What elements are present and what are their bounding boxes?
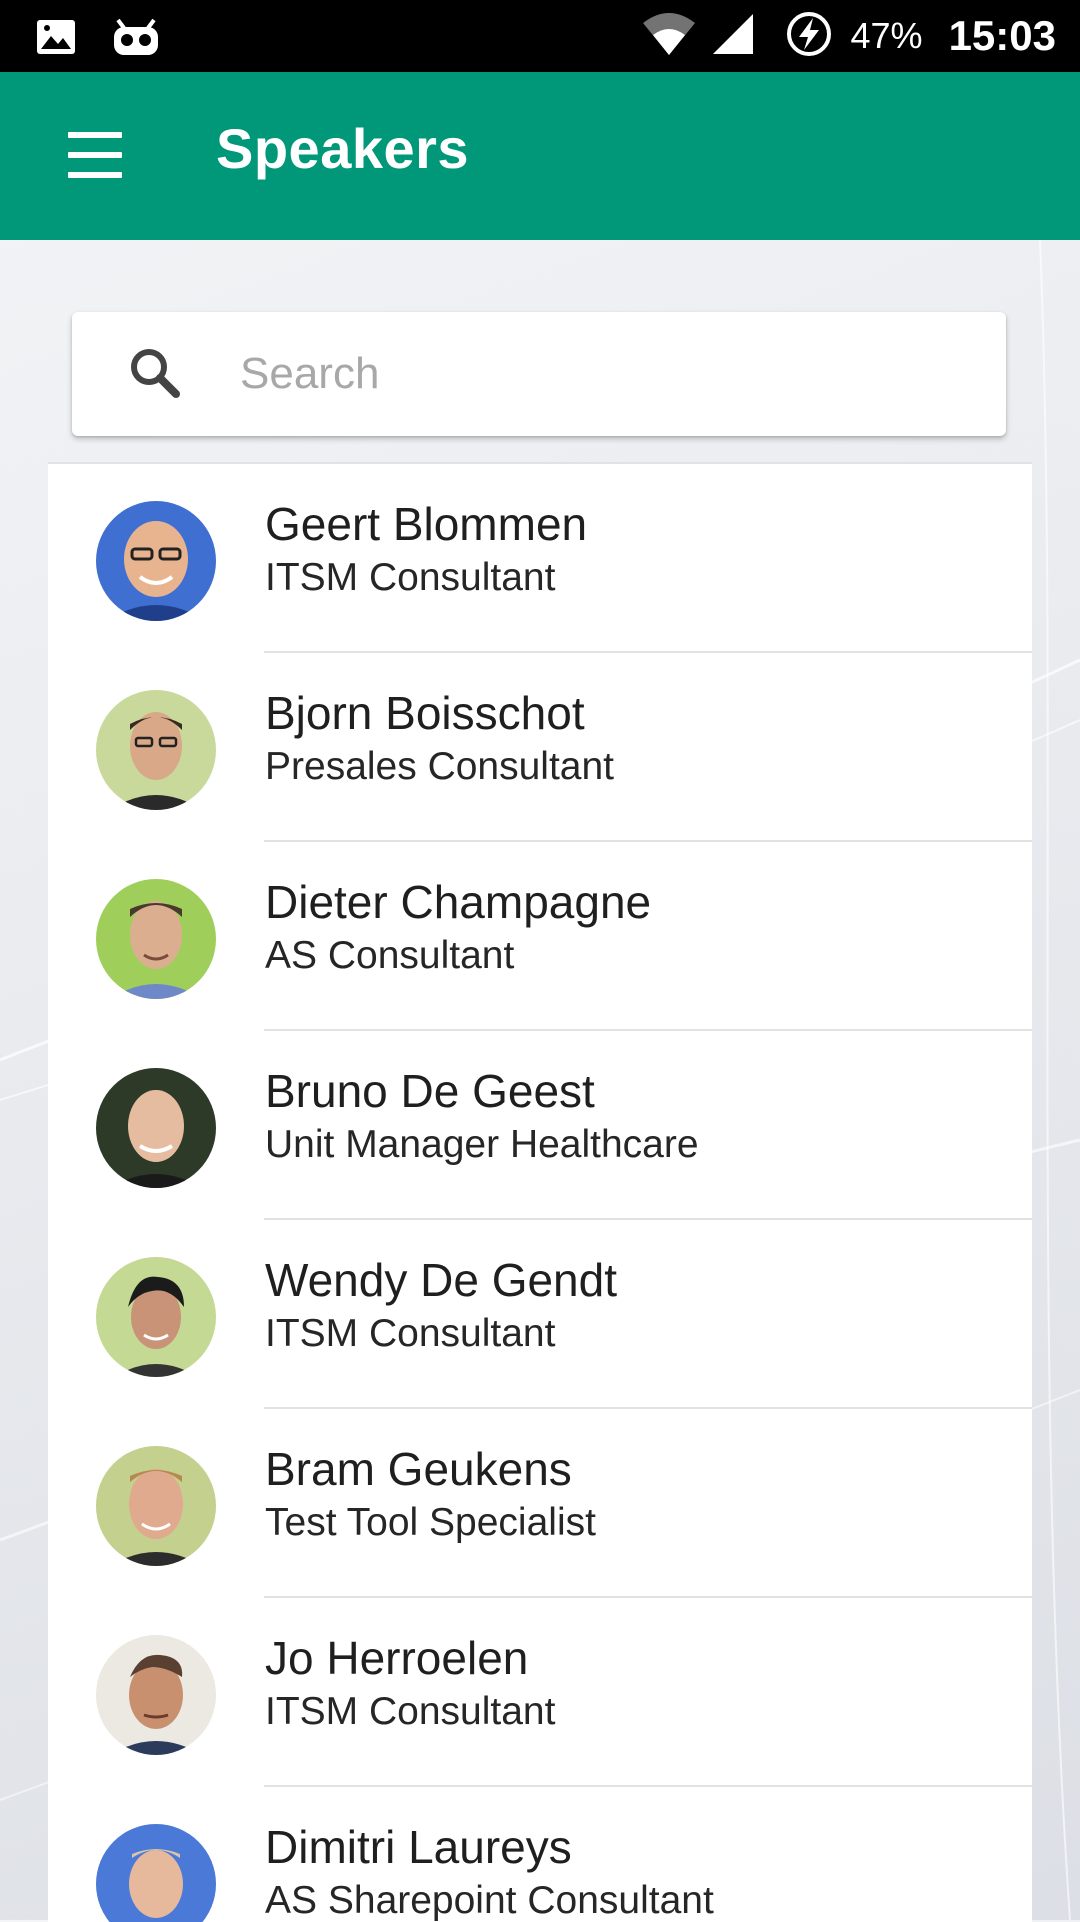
speaker-name: Dieter Champagne	[265, 876, 652, 928]
speaker-role: ITSM Consultant	[265, 1690, 556, 1733]
speaker-role: ITSM Consultant	[265, 556, 556, 599]
avatar	[96, 690, 216, 810]
signal-icon	[711, 12, 755, 61]
avatar	[96, 879, 216, 999]
search-input[interactable]	[238, 333, 962, 415]
speaker-name: Bram Geukens	[265, 1443, 572, 1495]
list-item[interactable]: Geert Blommen ITSM Consultant	[48, 464, 1032, 653]
avatar	[96, 1446, 216, 1566]
list-item[interactable]: Bram Geukens Test Tool Specialist	[48, 1409, 1032, 1598]
list-item[interactable]: Jo Herroelen ITSM Consultant	[48, 1598, 1032, 1787]
speaker-name: Jo Herroelen	[265, 1632, 529, 1684]
speaker-role: Test Tool Specialist	[265, 1501, 596, 1544]
hamburger-menu-icon[interactable]	[64, 132, 126, 178]
search-bar[interactable]	[72, 312, 1006, 436]
speaker-role: ITSM Consultant	[265, 1312, 556, 1355]
list-item[interactable]: Dieter Champagne AS Consultant	[48, 842, 1032, 1031]
list-item[interactable]: Dimitri Laureys AS Sharepoint Consultant	[48, 1787, 1032, 1922]
image-icon	[36, 19, 76, 60]
speaker-role: Presales Consultant	[265, 745, 615, 788]
robot-icon	[112, 18, 160, 61]
speaker-role: AS Consultant	[265, 934, 515, 977]
speaker-name: Dimitri Laureys	[265, 1821, 572, 1873]
avatar	[96, 1257, 216, 1377]
speaker-role: Unit Manager Healthcare	[265, 1123, 699, 1166]
list-item[interactable]: Bruno De Geest Unit Manager Healthcare	[48, 1031, 1032, 1220]
status-bar: 47% 15:03	[0, 0, 1080, 72]
app-bar: Speakers	[0, 72, 1080, 240]
avatar	[96, 501, 216, 621]
avatar	[96, 1824, 216, 1922]
speaker-list: Geert Blommen ITSM Consultant Bjorn Bois…	[48, 462, 1032, 1922]
list-item[interactable]: Wendy De Gendt ITSM Consultant	[48, 1220, 1032, 1409]
page-title: Speakers	[216, 117, 470, 180]
speaker-name: Bjorn Boisschot	[265, 687, 585, 739]
clock: 15:03	[948, 12, 1056, 59]
battery-charging-icon	[785, 10, 833, 63]
speaker-role: AS Sharepoint Consultant	[265, 1879, 714, 1922]
avatar	[96, 1635, 216, 1755]
avatar	[96, 1068, 216, 1188]
wifi-icon	[641, 11, 697, 62]
battery-percent: 47%	[850, 15, 923, 56]
speaker-name: Geert Blommen	[265, 498, 588, 550]
search-icon	[131, 349, 180, 398]
speaker-name: Bruno De Geest	[265, 1065, 595, 1117]
speaker-name: Wendy De Gendt	[265, 1254, 618, 1306]
list-item[interactable]: Bjorn Boisschot Presales Consultant	[48, 653, 1032, 842]
